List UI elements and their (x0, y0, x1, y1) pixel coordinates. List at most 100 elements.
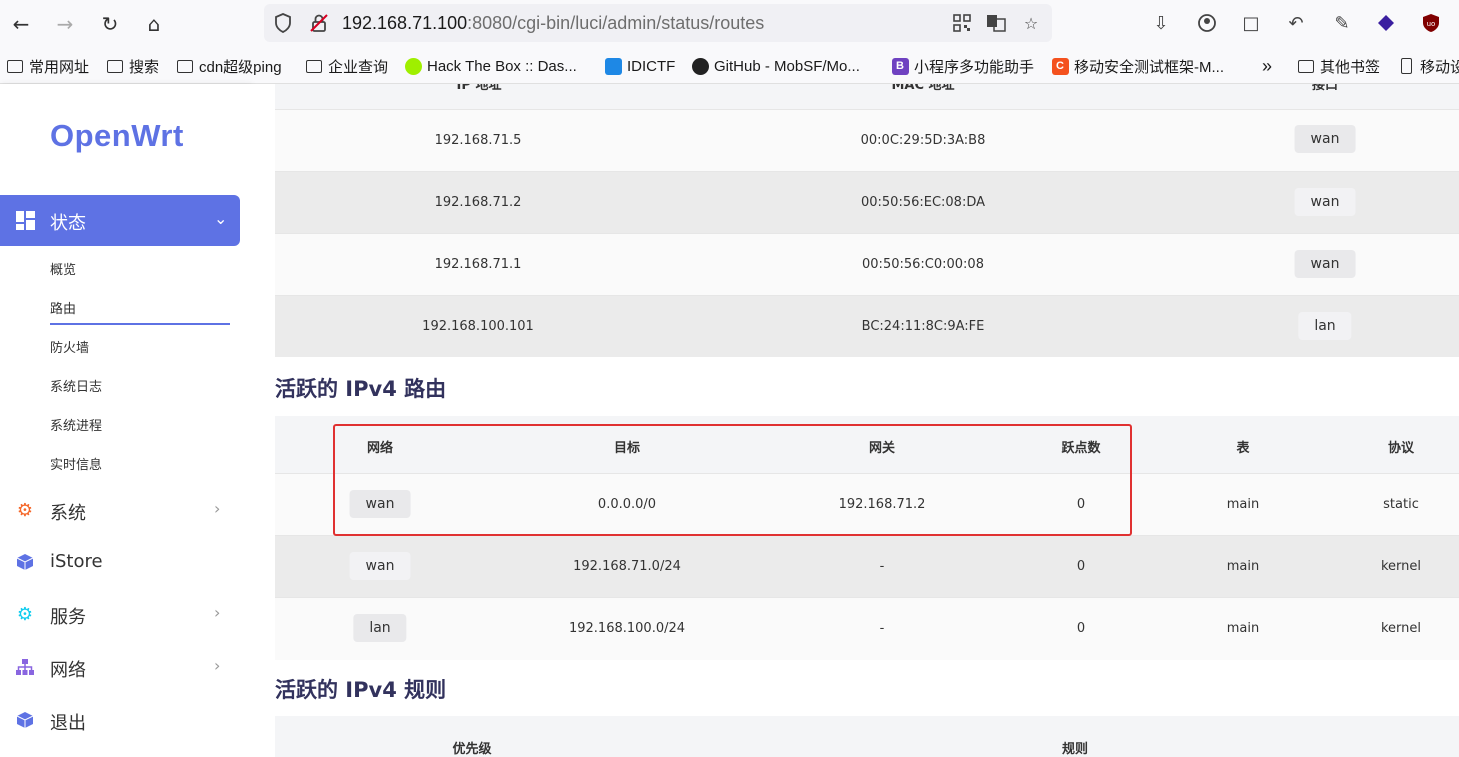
chevron-right-icon: › (214, 499, 221, 518)
column-header: IP 地址 (456, 84, 502, 93)
mac-cell: 00:0C:29:5D:3A:B8 (860, 133, 986, 148)
bookmark-miniapp[interactable]: B 小程序多功能助手 (891, 56, 1034, 76)
target-cell: 192.168.71.0/24 (573, 559, 681, 574)
address-bar[interactable]: 192.168.71.100:8080/cgi-bin/luci/admin/s… (264, 4, 1052, 42)
shield-icon[interactable] (272, 12, 294, 34)
url-host: 192.168.71.100 (342, 13, 468, 33)
rules-section-title: 活跃的 IPv4 规则 (275, 678, 447, 702)
submenu-syslog[interactable]: 系统日志 (50, 376, 102, 395)
menu-item-system[interactable]: ⚙ 系统 › (0, 490, 250, 530)
openwrt-logo[interactable]: OpenWrt (50, 118, 184, 154)
submenu-routes[interactable]: 路由 (50, 298, 76, 317)
gateway-cell: 192.168.71.2 (838, 497, 926, 512)
table-row: wan 192.168.71.0/24 - 0 main kernel (275, 536, 1459, 598)
routes-section-title: 活跃的 IPv4 路由 (275, 377, 447, 401)
bookmark-folder[interactable]: 搜索 (106, 56, 159, 76)
table-row: 192.168.100.101 BC:24:11:8C:9A:FE lan (275, 296, 1459, 357)
dashboard-grid-icon (16, 211, 35, 230)
network-badge: wan (349, 552, 411, 580)
bookmark-label: IDICTF (627, 57, 676, 75)
more-bookmarks-chevron-icon[interactable]: » (1262, 56, 1272, 76)
menu-label: 状态 (50, 213, 86, 234)
column-header: 跃点数 (1061, 441, 1101, 456)
bookmark-label: 移动安全测试框架-M... (1074, 58, 1224, 76)
submenu-realtime[interactable]: 实时信息 (50, 454, 102, 473)
column-header: 协议 (1387, 441, 1415, 456)
menu-label: 退出 (50, 713, 86, 734)
menu-label: iStore (50, 551, 103, 572)
insecure-lock-icon[interactable] (308, 12, 330, 34)
table-cell: main (1226, 559, 1260, 574)
submenu-processes[interactable]: 系统进程 (50, 415, 102, 434)
mac-cell: BC:24:11:8C:9A:FE (861, 319, 985, 334)
mobile-device-icon (1400, 58, 1412, 74)
folder-icon (7, 59, 23, 73)
table-row: 192.168.71.5 00:0C:29:5D:3A:B8 wan (275, 110, 1459, 172)
browser-toolbar: ← → ↻ ⌂ 192.168.71.100:8080/cgi-bin/luci… (0, 0, 1459, 48)
submenu-overview[interactable]: 概览 (50, 259, 76, 278)
bookmark-folder[interactable]: 其他书签 (1297, 56, 1380, 76)
column-header: 优先级 (452, 742, 492, 757)
ublock-icon[interactable]: uo (1419, 11, 1443, 35)
cogs-icon: ⚙ (16, 603, 34, 625)
menu-item-logout[interactable]: 退出 (0, 700, 250, 740)
bookmark-label: 小程序多功能助手 (914, 58, 1035, 76)
target-cell: 192.168.100.0/24 (568, 621, 686, 636)
folder-icon (306, 59, 322, 73)
star-icon[interactable]: ☆ (1020, 12, 1042, 34)
back-arrow-icon[interactable]: ← (6, 9, 36, 39)
bookmark-mobile[interactable]: 移动设 (1397, 56, 1459, 76)
mac-cell: 00:50:56:EC:08:DA (860, 195, 986, 210)
protocol-cell: kernel (1380, 559, 1422, 574)
chevron-right-icon: › (214, 603, 221, 622)
main-content: IP 地址 MAC 地址 接口 192.168.71.5 00:0C:29:5D… (250, 84, 1459, 757)
menu-item-services[interactable]: ⚙ 服务 › (0, 594, 250, 634)
bookmark-label: 搜索 (129, 58, 160, 76)
bookmark-label: GitHub - MobSF/Mo... (714, 57, 860, 75)
submenu-firewall[interactable]: 防火墙 (50, 337, 89, 356)
table-cell: main (1226, 497, 1260, 512)
column-header: 规则 (1061, 742, 1089, 757)
table-header-row: IP 地址 MAC 地址 接口 (275, 84, 1459, 110)
column-header: 网络 (366, 441, 394, 456)
metric-cell: 0 (1076, 497, 1086, 512)
chevron-right-icon: › (214, 656, 221, 675)
gateway-cell: - (879, 559, 885, 574)
account-icon[interactable] (1195, 11, 1219, 35)
network-badge: lan (353, 614, 407, 642)
reload-icon[interactable]: ↻ (95, 9, 125, 39)
menu-label: 服务 (50, 607, 86, 628)
home-icon[interactable]: ⌂ (139, 9, 169, 39)
bookmark-github[interactable]: GitHub - MobSF/Mo... (691, 56, 860, 76)
bookmark-folder[interactable]: 常用网址 (6, 56, 89, 76)
table-header-row: 优先级 规则 (275, 716, 1459, 757)
url-text[interactable]: 192.168.71.100:8080/cgi-bin/luci/admin/s… (342, 13, 764, 34)
menu-item-istore[interactable]: iStore (0, 542, 250, 582)
crop-icon[interactable]: □ (1239, 11, 1263, 35)
gateway-cell: - (879, 621, 885, 636)
qr-code-icon[interactable] (951, 12, 973, 34)
table-cell: main (1226, 621, 1260, 636)
menu-item-status[interactable]: 状态 ⌄ (0, 195, 240, 246)
bookmark-mobsec[interactable]: C 移动安全测试框架-M... (1051, 56, 1224, 76)
undo-icon[interactable]: ↶ (1284, 11, 1308, 35)
b-logo-icon: B (891, 57, 909, 75)
extensions-icon[interactable]: ✎ (1330, 11, 1354, 35)
bookmark-htb[interactable]: Hack The Box :: Das... (404, 56, 577, 76)
translate-icon[interactable] (985, 12, 1007, 34)
bookmark-idictf[interactable]: IDICTF (604, 56, 675, 76)
menu-item-network[interactable]: 网络 › (0, 647, 250, 687)
column-header: MAC 地址 (891, 84, 955, 93)
download-icon[interactable]: ⇩ (1149, 11, 1173, 35)
cube-icon (15, 552, 35, 572)
bookmark-folder[interactable]: 企业查询 (305, 56, 388, 76)
url-path: :8080/cgi-bin/luci/admin/status/routes (467, 13, 765, 33)
forward-arrow-icon[interactable]: → (50, 9, 80, 39)
mac-cell: 00:50:56:C0:00:08 (862, 257, 984, 272)
bookmark-folder[interactable]: cdn超级ping (176, 56, 282, 76)
metric-cell: 0 (1076, 621, 1086, 636)
extension-diamond-icon[interactable] (1374, 11, 1398, 35)
table-row: 192.168.71.1 00:50:56:C0:00:08 wan (275, 234, 1459, 296)
folder-icon (107, 59, 123, 73)
folder-icon (1298, 59, 1314, 73)
